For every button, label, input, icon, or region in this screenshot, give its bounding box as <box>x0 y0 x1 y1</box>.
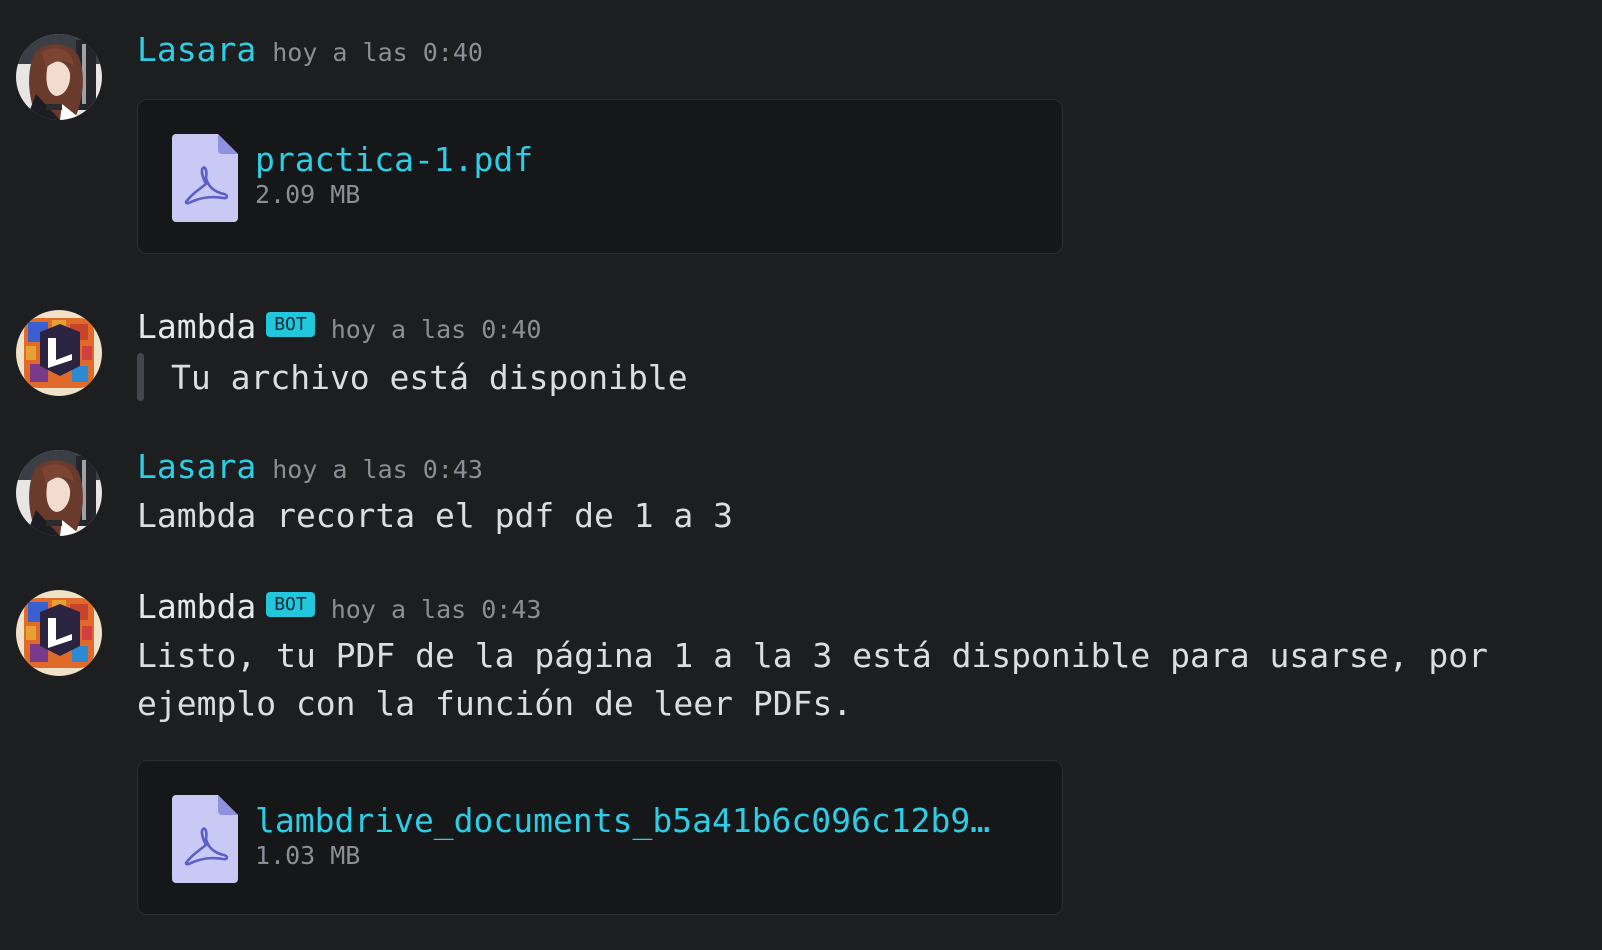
file-attachment: practica-1.pdf 2.09 MB <box>137 99 1063 254</box>
bot-badge: BOT <box>266 312 315 337</box>
pdf-file-icon <box>172 134 238 222</box>
pdf-file-icon <box>172 795 238 883</box>
timestamp: hoy a las 0:43 <box>330 595 542 624</box>
message-text-line-1: Listo, tu PDF de la página 1 a la 3 está… <box>137 636 1489 675</box>
username[interactable]: Lambda <box>137 587 256 626</box>
avatar-lambda[interactable] <box>16 310 102 396</box>
message-header: Lasara hoy a las 0:40 <box>137 30 483 70</box>
quote-bar <box>137 353 144 401</box>
message-header: Lambda BOT hoy a las 0:43 <box>137 587 541 627</box>
message-text-line-2: ejemplo con la función de leer PDFs. <box>137 684 853 723</box>
avatar-lasara[interactable] <box>16 450 102 536</box>
username[interactable]: Lasara <box>137 447 256 486</box>
message-header: Lambda BOT hoy a las 0:40 <box>137 307 541 347</box>
file-size: 1.03 MB <box>255 841 361 870</box>
avatar-lambda[interactable] <box>16 590 102 676</box>
username[interactable]: Lambda <box>137 307 256 346</box>
username[interactable]: Lasara <box>137 30 256 69</box>
file-size: 2.09 MB <box>255 180 361 209</box>
timestamp: hoy a las 0:40 <box>330 315 542 344</box>
timestamp: hoy a las 0:43 <box>272 455 483 484</box>
message-header: Lasara hoy a las 0:43 <box>137 447 483 487</box>
timestamp: hoy a las 0:40 <box>272 38 483 67</box>
quote-text: Tu archivo está disponible <box>171 357 688 397</box>
message-text: Lambda recorta el pdf de 1 a 3 <box>137 496 734 535</box>
avatar-lasara[interactable] <box>16 34 102 120</box>
file-attachment: lambdrive_documents_b5a41b6c096c12b9… 1.… <box>137 760 1063 915</box>
bot-badge: BOT <box>266 592 315 617</box>
file-name-link[interactable]: practica-1.pdf <box>255 140 533 179</box>
message-quote: Tu archivo está disponible <box>137 353 688 401</box>
file-name-link[interactable]: lambdrive_documents_b5a41b6c096c12b9… <box>255 801 990 840</box>
